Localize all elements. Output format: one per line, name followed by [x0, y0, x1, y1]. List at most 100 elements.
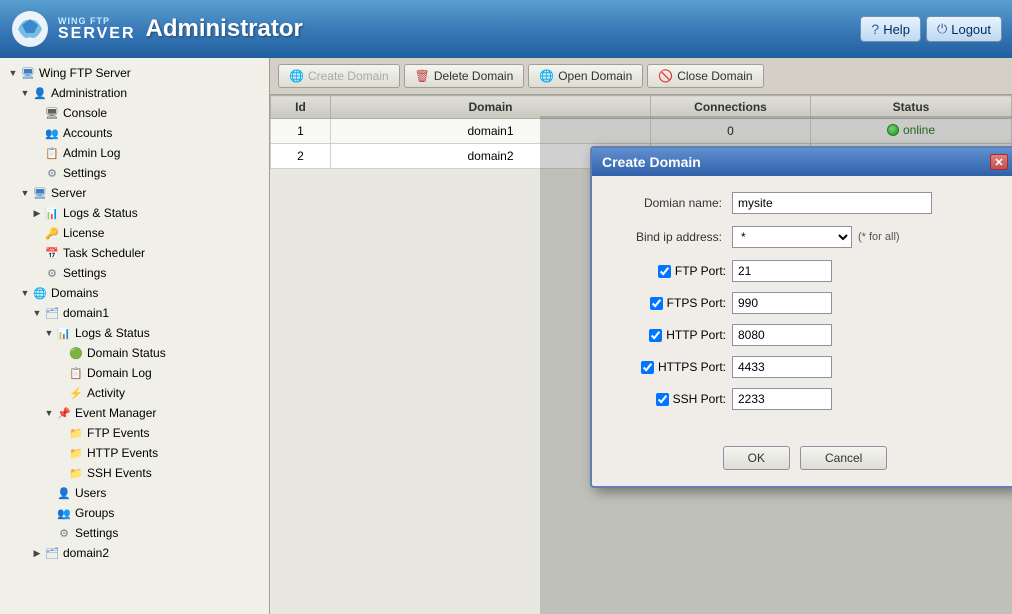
modal-body: Domian name: Bind ip address: * (* for a…	[592, 176, 1012, 436]
close-domain-icon: 🚫	[658, 69, 673, 83]
ssh-port-label-group: SSH Port:	[612, 392, 732, 406]
sidebar-label-domain-status: Domain Status	[87, 346, 166, 360]
sidebar-label-logs-status: Logs & Status	[63, 206, 138, 220]
expand-icon: ▼	[20, 88, 30, 98]
sidebar-item-logs-status-domain[interactable]: ▼ 📊 Logs & Status	[0, 323, 269, 343]
groups-icon: 👥	[56, 505, 72, 521]
sidebar-item-domain1[interactable]: ▼ 🗂 domain1	[0, 303, 269, 323]
header: WING FTP SERVER Administrator ? Help ⏻ L…	[0, 0, 1012, 58]
logo-icon	[10, 9, 50, 49]
sidebar-item-domain2[interactable]: ▶ 🗂 domain2	[0, 543, 269, 563]
domain-name-input[interactable]	[732, 192, 932, 214]
https-port-input[interactable]	[732, 356, 832, 378]
close-domain-button[interactable]: 🚫 Close Domain	[647, 64, 763, 88]
http-port-row: HTTP Port:	[612, 324, 998, 346]
sidebar-label-domains: Domains	[51, 286, 98, 300]
ftps-port-row: FTPS Port:	[612, 292, 998, 314]
sidebar-label-groups: Groups	[75, 506, 114, 520]
domains-icon: 🌐	[32, 285, 48, 301]
sidebar-item-groups[interactable]: 👥 Groups	[0, 503, 269, 523]
event-manager-icon: 📌	[56, 405, 72, 421]
expand-icon: ▼	[44, 328, 54, 338]
https-port-label-group: HTTPS Port:	[612, 360, 732, 374]
https-port-row: HTTPS Port:	[612, 356, 998, 378]
https-port-label: HTTPS Port:	[658, 360, 726, 374]
ssh-port-label: SSH Port:	[673, 392, 726, 406]
modal-close-button[interactable]: ✕	[990, 154, 1008, 170]
sidebar-item-license[interactable]: 🔑 License	[0, 223, 269, 243]
sidebar: ▼ 🖥 Wing FTP Server ▼ 👤 Administration 🖥…	[0, 58, 270, 614]
cancel-button[interactable]: Cancel	[800, 446, 887, 470]
expand-icon: ▼	[20, 188, 30, 198]
bind-ip-hint: (* for all)	[858, 231, 900, 243]
sidebar-item-server[interactable]: ▼ 🖥 Server	[0, 183, 269, 203]
admin-log-icon: 📋	[44, 145, 60, 161]
server-sub-icon: 🖥	[32, 185, 48, 201]
help-icon: ?	[871, 21, 879, 37]
logout-button[interactable]: ⏻ Logout	[926, 16, 1002, 42]
expand-icon: ▼	[20, 288, 30, 298]
sidebar-item-domains[interactable]: ▼ 🌐 Domains	[0, 283, 269, 303]
sidebar-item-domain-status[interactable]: 🟢 Domain Status	[0, 343, 269, 363]
sidebar-item-administration[interactable]: ▼ 👤 Administration	[0, 83, 269, 103]
open-domain-button[interactable]: 🌐 Open Domain	[528, 64, 643, 88]
sidebar-item-admin-log[interactable]: 📋 Admin Log	[0, 143, 269, 163]
sidebar-label-task-scheduler: Task Scheduler	[63, 246, 145, 260]
logs-domain-icon: 📊	[56, 325, 72, 341]
logo-area: WING FTP SERVER	[10, 9, 136, 49]
sidebar-item-settings-admin[interactable]: ⚙ Settings	[0, 163, 269, 183]
ftps-port-label-group: FTPS Port:	[612, 296, 732, 310]
ftps-port-checkbox[interactable]	[650, 297, 663, 310]
sidebar-item-activity[interactable]: ⚡ Activity	[0, 383, 269, 403]
sidebar-item-settings-server[interactable]: ⚙ Settings	[0, 263, 269, 283]
sidebar-item-accounts[interactable]: 👥 Accounts	[0, 123, 269, 143]
sidebar-label-root: Wing FTP Server	[39, 66, 131, 80]
ftps-port-input[interactable]	[732, 292, 832, 314]
modal-title: Create Domain	[602, 154, 701, 170]
sidebar-item-wing-ftp-server[interactable]: ▼ 🖥 Wing FTP Server	[0, 63, 269, 83]
sidebar-label-domain2: domain2	[63, 546, 109, 560]
http-port-checkbox[interactable]	[649, 329, 662, 342]
content-area: 🌐 Create Domain 🗑 Delete Domain 🌐 Open D…	[270, 58, 1012, 614]
expand-icon: ▼	[32, 308, 42, 318]
create-domain-dialog: Create Domain ✕ Domian name: Bind ip add…	[590, 146, 1012, 488]
sidebar-item-console[interactable]: 🖥 Console	[0, 103, 269, 123]
sidebar-item-task-scheduler[interactable]: 📅 Task Scheduler	[0, 243, 269, 263]
ssh-events-icon: 📁	[68, 465, 84, 481]
users-icon: 👤	[56, 485, 72, 501]
http-port-label-group: HTTP Port:	[612, 328, 732, 342]
ssh-port-checkbox[interactable]	[656, 393, 669, 406]
create-domain-icon: 🌐	[289, 69, 304, 83]
logo-sub: SERVER	[58, 26, 136, 42]
sidebar-item-domain-log[interactable]: 📋 Domain Log	[0, 363, 269, 383]
ok-button[interactable]: OK	[723, 446, 790, 470]
domain-status-icon: 🟢	[68, 345, 84, 361]
ftp-port-row: FTP Port:	[612, 260, 998, 282]
sidebar-label-server: Server	[51, 186, 86, 200]
sidebar-item-event-manager[interactable]: ▼ 📌 Event Manager	[0, 403, 269, 423]
bind-ip-row: Bind ip address: * (* for all)	[612, 226, 998, 248]
license-icon: 🔑	[44, 225, 60, 241]
server-icon: 🖥	[20, 65, 36, 81]
ftp-port-checkbox[interactable]	[658, 265, 671, 278]
https-port-checkbox[interactable]	[641, 361, 654, 374]
domain-name-label: Domian name:	[612, 196, 732, 210]
delete-domain-button[interactable]: 🗑 Delete Domain	[404, 64, 525, 88]
http-port-input[interactable]	[732, 324, 832, 346]
sidebar-item-settings-domain[interactable]: ⚙ Settings	[0, 523, 269, 543]
delete-domain-icon: 🗑	[415, 69, 430, 83]
sidebar-item-http-events[interactable]: 📁 HTTP Events	[0, 443, 269, 463]
ftps-port-label: FTPS Port:	[667, 296, 726, 310]
help-button[interactable]: ? Help	[860, 16, 921, 42]
sidebar-item-logs-status-server[interactable]: ▶ 📊 Logs & Status	[0, 203, 269, 223]
bind-ip-select[interactable]: *	[732, 226, 852, 248]
sidebar-label-logs-status-domain: Logs & Status	[75, 326, 150, 340]
create-domain-button[interactable]: 🌐 Create Domain	[278, 64, 400, 88]
ftp-port-input[interactable]	[732, 260, 832, 282]
sidebar-item-users[interactable]: 👤 Users	[0, 483, 269, 503]
domain1-icon: 🗂	[44, 305, 60, 321]
cell-id: 2	[271, 144, 331, 169]
ssh-port-input[interactable]	[732, 388, 832, 410]
sidebar-item-ssh-events[interactable]: 📁 SSH Events	[0, 463, 269, 483]
sidebar-item-ftp-events[interactable]: 📁 FTP Events	[0, 423, 269, 443]
